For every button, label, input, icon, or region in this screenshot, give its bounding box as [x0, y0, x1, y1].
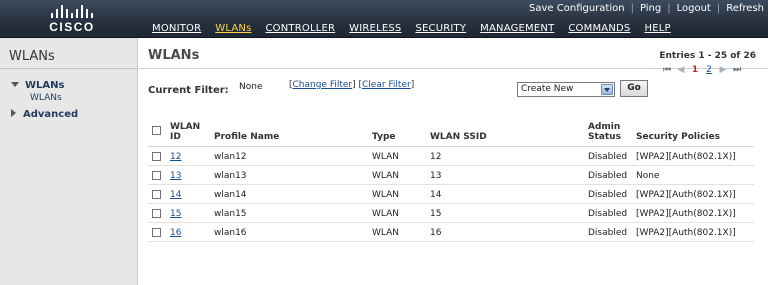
col-wlan-id[interactable]: WLAN ID [170, 122, 200, 142]
action-select-value: Create New [521, 84, 574, 94]
page-1[interactable]: 1 [688, 65, 702, 75]
row-checkbox[interactable] [152, 171, 161, 180]
last-page-icon[interactable]: ⏭ [730, 65, 744, 75]
profile-name: wlan15 [214, 209, 247, 219]
row-checkbox[interactable] [152, 190, 161, 199]
ping-link[interactable]: Ping [640, 3, 661, 14]
wlan-type: WLAN [372, 190, 400, 200]
wlan-ssid: 16 [430, 228, 442, 238]
sidebar-divider [0, 68, 137, 69]
col-profile-name[interactable]: Profile Name [214, 132, 279, 142]
wlan-type: WLAN [372, 209, 400, 219]
table-row: 13 wlan13 WLAN 13 Disabled None [148, 166, 754, 185]
wlan-id-link[interactable]: 16 [170, 228, 181, 238]
security-policies: [WPA2][Auth(802.1X)] [636, 190, 736, 200]
security-policies: [WPA2][Auth(802.1X)] [636, 152, 736, 162]
main-nav: MONITOR WLANs CONTROLLER WIRELESS SECURI… [145, 23, 678, 34]
table-row: 12 wlan12 WLAN 12 Disabled [WPA2][Auth(8… [148, 147, 754, 166]
col-wlan-ssid[interactable]: WLAN SSID [430, 132, 487, 142]
sidebar-item-wlans-label: WLANs [25, 80, 65, 91]
sidebar-item-wlans[interactable]: WLANs [11, 80, 64, 91]
top-header: CISCO Save Configuration | Ping | Logout | Ref… [0, 0, 768, 38]
table-row: 16 wlan16 WLAN 16 Disabled [WPA2][Auth(8… [148, 223, 754, 242]
nav-wlans[interactable]: WLANs [208, 23, 258, 34]
wlan-ssid: 13 [430, 171, 442, 181]
first-page-icon[interactable]: ⏮ [660, 65, 674, 75]
admin-status: Disabled [588, 190, 628, 200]
wlan-id-link[interactable]: 13 [170, 171, 181, 181]
sidebar: WLANs WLANs WLANs Advanced [0, 38, 138, 285]
row-checkbox[interactable] [152, 228, 161, 237]
wlan-id-link[interactable]: 14 [170, 190, 181, 200]
wlan-type: WLAN [372, 152, 400, 162]
prev-page-icon[interactable]: ◀ [674, 65, 688, 75]
entries-count: Entries 1 - 25 of 26 [659, 51, 756, 61]
sidebar-subitem-wlans[interactable]: WLANs [30, 93, 62, 103]
nav-commands[interactable]: COMMANDS [561, 23, 637, 34]
wlan-ssid: 15 [430, 209, 442, 219]
filter-links: [Change Filter] [Clear Filter] [289, 80, 415, 90]
col-type[interactable]: Type [372, 132, 395, 142]
nav-management[interactable]: MANAGEMENT [473, 23, 561, 34]
table-row: 14 wlan14 WLAN 14 Disabled [WPA2][Auth(8… [148, 185, 754, 204]
wlan-table: WLAN ID Profile Name Type WLAN SSID Admi… [148, 121, 754, 242]
page-title: WLANs [148, 48, 200, 63]
cisco-logo-bars-icon [40, 5, 104, 18]
page-2[interactable]: 2 [702, 65, 716, 75]
expanded-triangle-icon [11, 82, 19, 87]
refresh-link[interactable]: Refresh [726, 3, 764, 14]
nav-security[interactable]: SECURITY [408, 23, 473, 34]
dropdown-arrow-icon[interactable] [601, 84, 613, 95]
table-row: 15 wlan15 WLAN 15 Disabled [WPA2][Auth(8… [148, 204, 754, 223]
col-admin-status[interactable]: Admin Status [588, 122, 621, 142]
table-header: WLAN ID Profile Name Type WLAN SSID Admi… [148, 121, 754, 147]
nav-controller[interactable]: CONTROLLER [259, 23, 343, 34]
current-filter-value: None [239, 82, 263, 92]
wlan-ssid: 12 [430, 152, 442, 162]
wlan-id-link[interactable]: 15 [170, 209, 181, 219]
security-policies: [WPA2][Auth(802.1X)] [636, 228, 736, 238]
sidebar-title: WLANs [9, 49, 55, 64]
save-configuration-link[interactable]: Save Configuration [529, 3, 625, 14]
profile-name: wlan13 [214, 171, 247, 181]
pager: ⏮ ◀ 1 2 ▶ ⏭ [660, 65, 744, 75]
select-all-checkbox[interactable] [152, 126, 161, 135]
main-content: WLANs Entries 1 - 25 of 26 ⏮ ◀ 1 2 ▶ ⏭ C… [139, 38, 768, 285]
row-checkbox[interactable] [152, 152, 161, 161]
cisco-logo-text: CISCO [49, 20, 95, 34]
profile-name: wlan14 [214, 190, 247, 200]
collapsed-triangle-icon [11, 109, 16, 117]
admin-status: Disabled [588, 228, 628, 238]
nav-help[interactable]: HELP [637, 23, 677, 34]
next-page-icon[interactable]: ▶ [716, 65, 730, 75]
profile-name: wlan12 [214, 152, 247, 162]
action-select[interactable]: Create New [517, 82, 615, 97]
logout-link[interactable]: Logout [677, 3, 711, 14]
cisco-logo: CISCO [40, 5, 104, 35]
nav-wireless[interactable]: WIRELESS [342, 23, 408, 34]
wlan-ssid: 14 [430, 190, 442, 200]
admin-status: Disabled [588, 171, 628, 181]
row-checkbox[interactable] [152, 209, 161, 218]
wlan-type: WLAN [372, 171, 400, 181]
go-button[interactable]: Go [620, 80, 648, 97]
col-security-policies[interactable]: Security Policies [636, 132, 720, 142]
current-filter-label: Current Filter: [148, 85, 229, 96]
sidebar-item-advanced-label: Advanced [23, 109, 79, 120]
security-policies: [WPA2][Auth(802.1X)] [636, 209, 736, 219]
wlan-type: WLAN [372, 228, 400, 238]
wlan-id-link[interactable]: 12 [170, 152, 181, 162]
sidebar-item-advanced[interactable]: Advanced [11, 109, 78, 120]
admin-status: Disabled [588, 209, 628, 219]
security-policies: None [636, 171, 660, 181]
admin-status: Disabled [588, 152, 628, 162]
clear-filter-link[interactable]: Clear Filter [362, 80, 411, 90]
top-links: Save Configuration | Ping | Logout | Refresh [529, 3, 764, 14]
nav-monitor[interactable]: MONITOR [145, 23, 208, 34]
change-filter-link[interactable]: Change Filter [293, 80, 353, 90]
profile-name: wlan16 [214, 228, 247, 238]
